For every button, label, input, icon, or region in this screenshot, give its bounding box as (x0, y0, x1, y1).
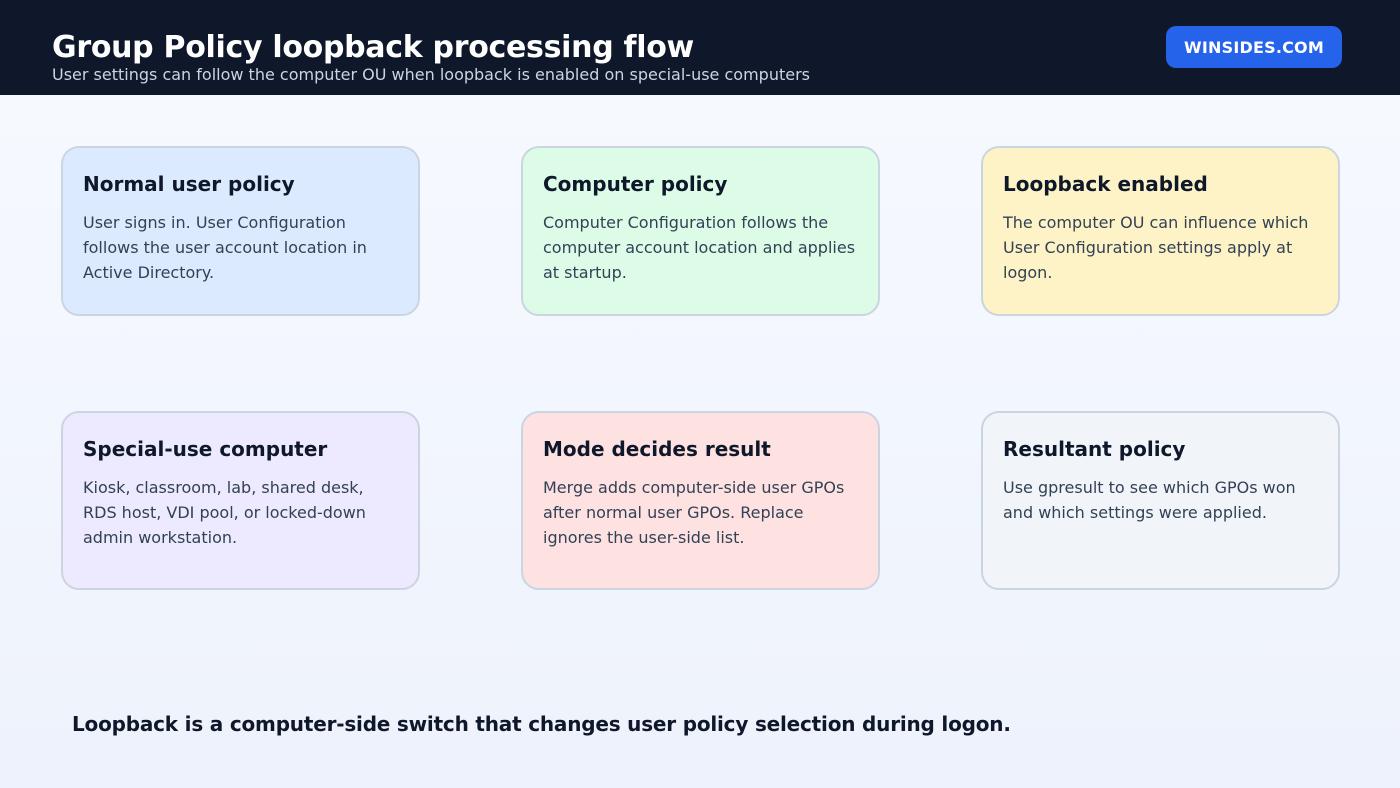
card-body: Merge adds computer-side user GPOs after… (543, 478, 845, 547)
card-body: Use gpresult to see which GPOs won and w… (1003, 478, 1296, 522)
card-resultant-policy: Resultant policy Use gpresult to see whi… (981, 411, 1340, 590)
card-special-use-computer: Special-use computer Kiosk, classroom, l… (61, 411, 420, 590)
card-computer-policy: Computer policy Computer Configuration f… (521, 146, 880, 316)
card-loopback-enabled: Loopback enabled The computer OU can inf… (981, 146, 1340, 316)
card-body: Kiosk, classroom, lab, shared desk, RDS … (83, 478, 366, 547)
page-title: Group Policy loopback processing flow (52, 30, 694, 65)
card-normal-user-policy: Normal user policy User signs in. User C… (61, 146, 420, 316)
card-body: User signs in. User Configuration follow… (83, 213, 367, 282)
footer-note: Loopback is a computer-side switch that … (72, 712, 1011, 736)
card-title: Mode decides result (543, 437, 771, 461)
card-title: Normal user policy (83, 172, 295, 196)
card-body: The computer OU can influence which User… (1003, 213, 1309, 282)
brand-link-button[interactable]: WINSIDES.COM (1166, 26, 1342, 68)
page-subtitle: User settings can follow the computer OU… (52, 65, 810, 84)
header-bar: Group Policy loopback processing flow Us… (0, 0, 1400, 95)
card-title: Computer policy (543, 172, 728, 196)
card-title: Special-use computer (83, 437, 328, 461)
card-body: Computer Configuration follows the compu… (543, 213, 856, 282)
card-mode-decides-result: Mode decides result Merge adds computer-… (521, 411, 880, 590)
card-title: Loopback enabled (1003, 172, 1208, 196)
card-title: Resultant policy (1003, 437, 1186, 461)
